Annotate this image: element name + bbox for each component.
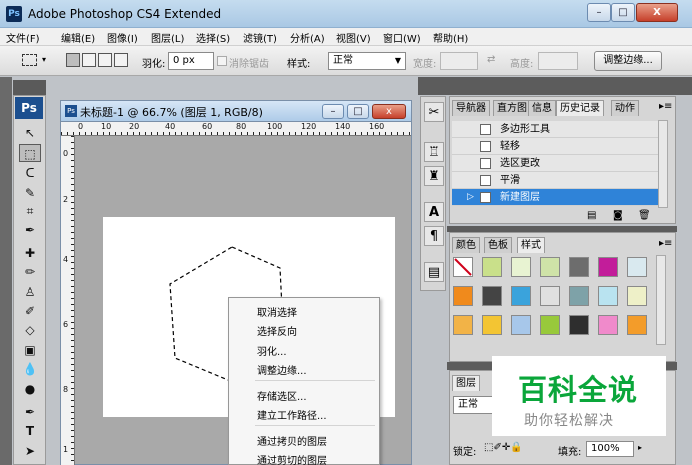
new-snapshot-icon[interactable]: ◙ [613, 210, 623, 221]
panel-menu-icon[interactable]: ▸≡ [659, 238, 672, 249]
history-item-label: 平滑 [500, 175, 520, 186]
style-swatch[interactable] [453, 315, 473, 335]
style-swatch[interactable] [482, 257, 502, 277]
tab-layers[interactable]: 图层 [452, 375, 480, 391]
context-item-make-work-path[interactable]: 建立工作路径... [257, 407, 327, 422]
history-brush-source-icon: ▷ [467, 192, 474, 202]
style-swatch[interactable] [540, 286, 560, 306]
style-swatch[interactable] [569, 257, 589, 277]
history-state-icon [480, 192, 491, 203]
style-swatch[interactable] [569, 286, 589, 306]
style-swatch[interactable] [598, 286, 618, 306]
history-state-icon [480, 158, 491, 169]
character-icon[interactable]: A [424, 202, 444, 222]
context-item-layer-via-cut[interactable]: 通过剪切的图层 [257, 452, 327, 465]
context-item-layer-via-copy[interactable]: 通过拷贝的图层 [257, 433, 327, 448]
menu-separator [255, 425, 375, 426]
tab-histogram[interactable]: 直方图 [493, 100, 531, 116]
style-swatch[interactable] [511, 257, 531, 277]
style-swatch[interactable] [598, 257, 618, 277]
lock-label: 锁定: [453, 447, 477, 458]
history-state-icon [480, 141, 491, 152]
menu-separator [255, 380, 375, 381]
history-item-label: 新建图层 [500, 192, 540, 203]
history-item-selected[interactable]: ▷ 新建图层 [452, 189, 660, 206]
style-swatch[interactable] [627, 315, 647, 335]
tab-color[interactable]: 颜色 [452, 237, 480, 253]
style-swatch[interactable] [482, 286, 502, 306]
tab-actions[interactable]: 动作 [611, 100, 639, 116]
watermark-subtitle: 助你轻松解决 [524, 413, 614, 429]
panel-dock-header[interactable] [418, 77, 692, 95]
history-item[interactable]: 平滑 [452, 172, 660, 189]
context-item-feather[interactable]: 羽化... [257, 343, 287, 358]
history-state-icon [480, 124, 491, 135]
style-swatch[interactable] [453, 257, 473, 277]
style-swatch[interactable] [511, 315, 531, 335]
style-swatch[interactable] [598, 315, 618, 335]
style-swatch[interactable] [627, 257, 647, 277]
lock-options-icon[interactable]: ⬚✐✛🔒 [484, 442, 523, 453]
context-menu: 取消选择 选择反向 羽化... 调整边缘... 存储选区... 建立工作路径..… [228, 297, 380, 465]
history-item[interactable]: 轻移 [452, 138, 660, 155]
trash-icon[interactable]: 🗑 [638, 210, 651, 221]
notes-icon[interactable]: ▤ [424, 262, 444, 282]
history-scrollbar[interactable] [658, 120, 668, 208]
context-item-refine-edge[interactable]: 调整边缘... [257, 362, 307, 377]
style-swatch[interactable] [453, 286, 473, 306]
context-item-deselect[interactable]: 取消选择 [257, 304, 297, 319]
history-item[interactable]: 选区更改 [452, 155, 660, 172]
history-item-label: 多边形工具 [500, 124, 550, 135]
style-swatch[interactable] [627, 286, 647, 306]
tab-styles[interactable]: 样式 [517, 237, 545, 253]
style-swatch[interactable] [569, 315, 589, 335]
history-item[interactable]: 多边形工具 [452, 121, 660, 138]
history-item-label: 轻移 [500, 141, 520, 152]
clone-source-icon[interactable]: ♜ [424, 166, 444, 186]
style-swatch[interactable] [482, 315, 502, 335]
chevron-right-icon[interactable]: ▸ [638, 443, 642, 452]
watermark-title: 百科全说 [518, 373, 639, 407]
tool-presets-icon[interactable]: ✂ [424, 102, 444, 122]
style-swatch[interactable] [540, 257, 560, 277]
tab-navigator[interactable]: 导航器 [452, 100, 490, 116]
styles-scrollbar[interactable] [656, 255, 666, 345]
fill-label: 填充: [558, 447, 582, 458]
style-swatch[interactable] [540, 315, 560, 335]
tab-swatches[interactable]: 色板 [484, 237, 512, 253]
history-item-label: 选区更改 [500, 158, 540, 169]
context-item-save-selection[interactable]: 存储选区... [257, 388, 307, 403]
fill-input[interactable]: 100% [586, 441, 634, 457]
brushes-icon[interactable]: ♖ [424, 142, 444, 162]
new-document-from-state-icon[interactable]: ▤ [587, 210, 596, 221]
tab-info[interactable]: 信息 [528, 100, 556, 116]
tab-history[interactable]: 历史记录 [556, 100, 604, 116]
paragraph-icon[interactable]: ¶ [424, 226, 444, 246]
style-swatch[interactable] [511, 286, 531, 306]
panel-menu-icon[interactable]: ▸≡ [659, 101, 672, 112]
history-state-icon [480, 175, 491, 186]
context-item-select-inverse[interactable]: 选择反向 [257, 323, 297, 338]
